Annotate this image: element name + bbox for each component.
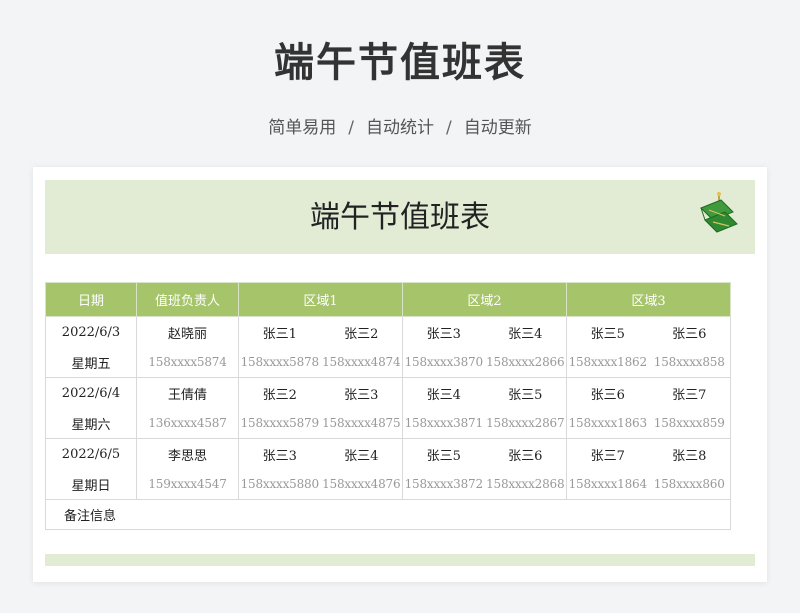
staff-cell[interactable]: 张三4 [402, 377, 485, 408]
subtitle-item: 简单易用 [268, 118, 337, 138]
column-header-zone2: 区域2 [402, 282, 567, 317]
notes-cell[interactable]: 备注信息 [45, 499, 731, 530]
duty-table: 日期 值班负责人 区域1 区域2 区域3 2022/6/3 赵晓丽 张三1 张三… [45, 282, 731, 530]
staff-cell[interactable]: 张三5 [566, 316, 649, 347]
table-row: 2022/6/5 李思思 张三3 张三4 张三5 张三6 张三7 张三8 [45, 438, 731, 469]
table-row: 星期六 136xxxx4587 158xxxx5879 158xxxx4875 … [45, 408, 731, 439]
column-header-date: 日期 [45, 282, 137, 317]
phone-cell[interactable]: 158xxxx5878 [238, 347, 321, 378]
staff-cell[interactable]: 张三4 [484, 316, 567, 347]
duty-sheet-card: 端午节值班表 日期 值班负责人 区域1 区域2 区域3 2022/6/3 赵晓丽… [33, 167, 767, 582]
weekday-cell[interactable]: 星期五 [45, 347, 137, 378]
column-header-zone1: 区域1 [238, 282, 403, 317]
phone-cell[interactable]: 158xxxx4876 [320, 469, 403, 500]
table-row: 星期日 159xxxx4547 158xxxx5880 158xxxx4876 … [45, 469, 731, 500]
phone-cell[interactable]: 158xxxx3872 [402, 469, 485, 500]
phone-cell[interactable]: 158xxxx5880 [238, 469, 321, 500]
phone-cell[interactable]: 158xxxx2867 [484, 408, 567, 439]
phone-cell[interactable]: 158xxxx1863 [566, 408, 649, 439]
lead-phone-cell[interactable]: 136xxxx4587 [136, 408, 239, 439]
table-row: 星期五 158xxxx5874 158xxxx5878 158xxxx4874 … [45, 347, 731, 378]
staff-cell[interactable]: 张三6 [484, 438, 567, 469]
subtitle-item: 自动更新 [463, 118, 532, 138]
staff-cell[interactable]: 张三3 [320, 377, 403, 408]
staff-cell[interactable]: 张三1 [238, 316, 321, 347]
phone-cell[interactable]: 158xxxx3871 [402, 408, 485, 439]
date-cell[interactable]: 2022/6/5 [45, 438, 137, 469]
phone-cell[interactable]: 158xxxx860 [648, 469, 731, 500]
staff-cell[interactable]: 张三7 [648, 377, 731, 408]
lead-phone-cell[interactable]: 159xxxx4547 [136, 469, 239, 500]
phone-cell[interactable]: 158xxxx859 [648, 408, 731, 439]
sheet-title: 端午节值班表 [310, 200, 490, 235]
table-row: 2022/6/4 王倩倩 张三2 张三3 张三4 张三5 张三6 张三7 [45, 377, 731, 408]
date-cell[interactable]: 2022/6/4 [45, 377, 137, 408]
lead-name-cell[interactable]: 赵晓丽 [136, 316, 239, 347]
zongzi-icon [700, 192, 738, 233]
notes-row: 备注信息 [45, 499, 731, 530]
staff-cell[interactable]: 张三3 [402, 316, 485, 347]
phone-cell[interactable]: 158xxxx858 [648, 347, 731, 378]
page-title: 端午节值班表 [274, 40, 526, 86]
lead-name-cell[interactable]: 李思思 [136, 438, 239, 469]
staff-cell[interactable]: 张三4 [320, 438, 403, 469]
lead-name-cell[interactable]: 王倩倩 [136, 377, 239, 408]
staff-cell[interactable]: 张三6 [566, 377, 649, 408]
phone-cell[interactable]: 158xxxx5879 [238, 408, 321, 439]
lead-phone-cell[interactable]: 158xxxx5874 [136, 347, 239, 378]
phone-cell[interactable]: 158xxxx1864 [566, 469, 649, 500]
staff-cell[interactable]: 张三3 [238, 438, 321, 469]
phone-cell[interactable]: 158xxxx2866 [484, 347, 567, 378]
subtitle-separator: / [446, 118, 452, 138]
staff-cell[interactable]: 张三5 [402, 438, 485, 469]
staff-cell[interactable]: 张三7 [566, 438, 649, 469]
weekday-cell[interactable]: 星期六 [45, 408, 137, 439]
sheet-footer-bar [45, 554, 755, 566]
phone-cell[interactable]: 158xxxx4875 [320, 408, 403, 439]
sheet-banner: 端午节值班表 [45, 180, 755, 254]
page-subtitle: 简单易用 / 自动统计 / 自动更新 [0, 113, 800, 138]
phone-cell[interactable]: 158xxxx4874 [320, 347, 403, 378]
staff-cell[interactable]: 张三2 [238, 377, 321, 408]
staff-cell[interactable]: 张三5 [484, 377, 567, 408]
subtitle-separator: / [348, 118, 354, 138]
column-header-lead: 值班负责人 [136, 282, 239, 317]
phone-cell[interactable]: 158xxxx1862 [566, 347, 649, 378]
phone-cell[interactable]: 158xxxx2868 [484, 469, 567, 500]
table-row: 2022/6/3 赵晓丽 张三1 张三2 张三3 张三4 张三5 张三6 [45, 316, 731, 347]
subtitle-item: 自动统计 [366, 118, 434, 138]
date-cell[interactable]: 2022/6/3 [45, 316, 137, 347]
weekday-cell[interactable]: 星期日 [45, 469, 137, 500]
column-header-zone3: 区域3 [566, 282, 731, 317]
staff-cell[interactable]: 张三2 [320, 316, 403, 347]
table-header-row: 日期 值班负责人 区域1 区域2 区域3 [45, 282, 731, 317]
phone-cell[interactable]: 158xxxx3870 [402, 347, 485, 378]
staff-cell[interactable]: 张三6 [648, 316, 731, 347]
staff-cell[interactable]: 张三8 [648, 438, 731, 469]
